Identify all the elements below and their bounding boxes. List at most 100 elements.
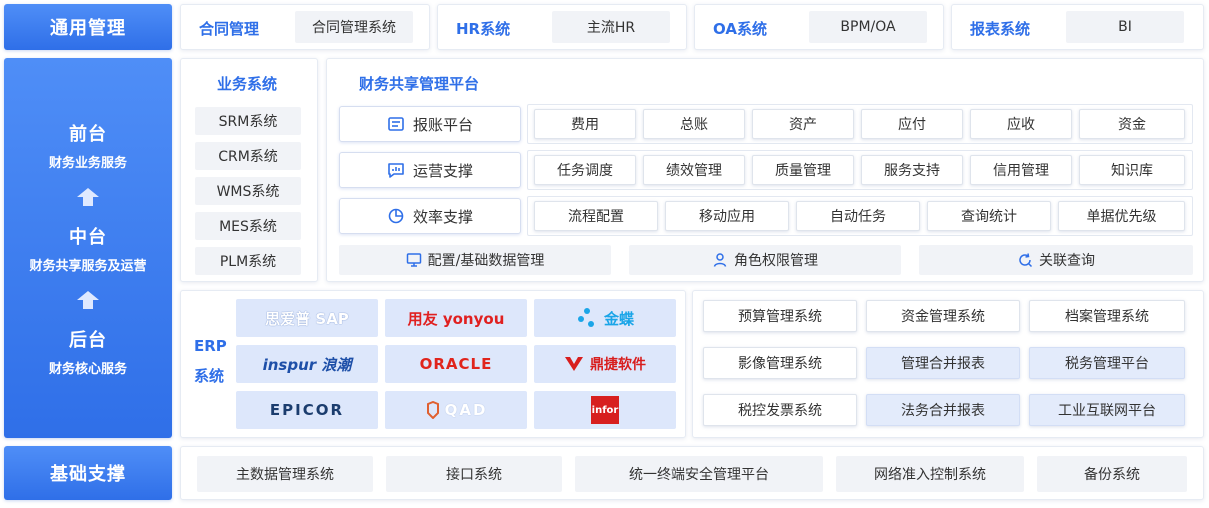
module-priority[interactable]: 单据优先级 (1058, 201, 1185, 231)
erp-title: ERP 系统 (194, 337, 227, 385)
business-systems-title: 业务系统 (217, 75, 278, 93)
general-panel-contract: 合同管理 合同管理系统 (180, 4, 430, 50)
module-assets[interactable]: 资产 (752, 109, 854, 139)
oa-system-box[interactable]: BPM/OA (809, 11, 927, 43)
interface-system[interactable]: 接口系统 (386, 456, 562, 492)
erp-panel: ERP 系统 思爱普 SAP 用友 yonyou 金蝶 inspur 浪潮 OR… (180, 290, 686, 438)
logo-epicor[interactable]: EPICOR (236, 391, 378, 429)
logo-infor-text: infor (591, 396, 619, 424)
left-layers: 前台 财务业务服务 中台 财务共享服务及运营 后台 财务核心服务 (4, 58, 172, 438)
module-payable[interactable]: 应付 (861, 109, 963, 139)
logo-kingdee-text: 金蝶 (603, 309, 634, 328)
legal-consolidated-report[interactable]: 法务合并报表 (866, 394, 1020, 426)
contract-system-box[interactable]: 合同管理系统 (295, 11, 413, 43)
logo-inspur-text: inspur 浪潮 (262, 355, 352, 374)
logo-qad[interactable]: QAD (385, 391, 527, 429)
report-system-box[interactable]: BI (1066, 11, 1184, 43)
business-system-wms[interactable]: WMS系统 (195, 177, 301, 205)
module-knowledge[interactable]: 知识库 (1079, 155, 1185, 185)
business-system-srm[interactable]: SRM系统 (195, 107, 301, 135)
module-auto-task[interactable]: 自动任务 (796, 201, 920, 231)
back-systems-panel: 预算管理系统 资金管理系统 档案管理系统 影像管理系统 管理合并报表 税务管理平… (692, 290, 1204, 438)
consolidated-report[interactable]: 管理合并报表 (866, 347, 1020, 379)
hr-label: HR系统 (456, 20, 511, 38)
logo-epicor-text: EPICOR (269, 401, 345, 419)
archive-system[interactable]: 档案管理系统 (1029, 300, 1185, 332)
industrial-internet-platform[interactable]: 工业互联网平台 (1029, 394, 1185, 426)
business-system-mes[interactable]: MES系统 (195, 212, 301, 240)
row-label-efficiency[interactable]: 效率支撑 (339, 198, 521, 234)
logo-infor[interactable]: infor (534, 391, 676, 429)
logo-digiwin[interactable]: 鼎捷软件 (534, 345, 676, 383)
logo-inspur[interactable]: inspur 浪潮 (236, 345, 378, 383)
config-data-management[interactable]: 配置/基础数据管理 (339, 245, 611, 275)
backup-system[interactable]: 备份系统 (1037, 456, 1187, 492)
module-mobile[interactable]: 移动应用 (665, 201, 789, 231)
logo-yonyou[interactable]: 用友 yonyou (385, 299, 527, 337)
pie-icon (388, 208, 404, 224)
finance-platform-title: 财务共享管理平台 (359, 75, 480, 93)
logo-kingdee[interactable]: 金蝶 (534, 299, 676, 337)
module-ledger[interactable]: 总账 (643, 109, 745, 139)
image-system[interactable]: 影像管理系统 (703, 347, 857, 379)
role-permission-label: 角色权限管理 (734, 253, 818, 269)
module-funds[interactable]: 资金 (1079, 109, 1185, 139)
foundation-title: 基础支撑 (50, 464, 126, 485)
business-system-plm[interactable]: PLM系统 (195, 247, 301, 275)
general-panel-report: 报表系统 BI (951, 4, 1204, 50)
row-label-operations[interactable]: 运营支撑 (339, 152, 521, 188)
module-expense[interactable]: 费用 (534, 109, 636, 139)
logo-oracle[interactable]: ORACLE (385, 345, 527, 383)
user-icon (713, 253, 727, 267)
related-query[interactable]: 关联查询 (919, 245, 1193, 275)
config-data-label: 配置/基础数据管理 (427, 253, 545, 269)
tax-invoice-system[interactable]: 税控发票系统 (703, 394, 857, 426)
module-query-stats[interactable]: 查询统计 (927, 201, 1051, 231)
network-access-control[interactable]: 网络准入控制系统 (836, 456, 1024, 492)
left-general-management: 通用管理 (4, 4, 172, 50)
module-process-config[interactable]: 流程配置 (534, 201, 658, 231)
module-performance[interactable]: 绩效管理 (643, 155, 745, 185)
logo-oracle-text: ORACLE (419, 355, 493, 373)
module-service-support[interactable]: 服务支持 (861, 155, 963, 185)
digiwin-mark-icon (565, 357, 583, 371)
row-label-text: 报账平台 (412, 115, 473, 134)
role-permission-management[interactable]: 角色权限管理 (629, 245, 901, 275)
general-management-title: 通用管理 (50, 18, 126, 39)
report-label: 报表系统 (970, 20, 1031, 38)
contract-label: 合同管理 (199, 20, 260, 38)
monitor-icon (406, 253, 421, 267)
back-subtitle: 财务核心服务 (48, 361, 127, 377)
funds-system[interactable]: 资金管理系统 (866, 300, 1020, 332)
search-refresh-icon (1019, 253, 1033, 268)
logo-digiwin-text: 鼎捷软件 (590, 357, 646, 373)
business-systems-panel: 业务系统 SRM系统 CRM系统 WMS系统 MES系统 PLM系统 (180, 58, 318, 282)
terminal-security-platform[interactable]: 统一终端安全管理平台 (575, 456, 823, 492)
logo-sap[interactable]: 思爱普 SAP (236, 299, 378, 337)
up-arrow-icon (77, 187, 99, 206)
finance-platform-panel: 财务共享管理平台 报账平台 运营支撑 效率支撑 费用 总账 资产 应付 应收 资… (326, 58, 1204, 282)
logo-yonyou-text: 用友 yonyou (407, 309, 505, 328)
oa-label: OA系统 (713, 20, 767, 38)
hr-system-box[interactable]: 主流HR (552, 11, 670, 43)
row-label-reimbursement[interactable]: 报账平台 (339, 106, 521, 142)
front-title: 前台 (69, 123, 107, 145)
module-credit[interactable]: 信用管理 (970, 155, 1072, 185)
related-query-label: 关联查询 (1039, 253, 1095, 269)
master-data-system[interactable]: 主数据管理系统 (197, 456, 373, 492)
up-arrow-icon (77, 290, 99, 309)
row-label-text: 效率支撑 (412, 207, 473, 226)
receipt-icon (388, 117, 404, 131)
foundation-panel: 主数据管理系统 接口系统 统一终端安全管理平台 网络准入控制系统 备份系统 (180, 446, 1204, 500)
business-system-crm[interactable]: CRM系统 (195, 142, 301, 170)
back-title: 后台 (69, 329, 107, 351)
general-panel-hr: HR系统 主流HR (437, 4, 687, 50)
module-receivable[interactable]: 应收 (970, 109, 1072, 139)
front-subtitle: 财务业务服务 (48, 155, 127, 171)
middle-title: 中台 (69, 226, 107, 248)
module-quality[interactable]: 质量管理 (752, 155, 854, 185)
module-task-dispatch[interactable]: 任务调度 (534, 155, 636, 185)
budget-system[interactable]: 预算管理系统 (703, 300, 857, 332)
kingdee-dots-icon (577, 308, 594, 327)
tax-platform[interactable]: 税务管理平台 (1029, 347, 1185, 379)
